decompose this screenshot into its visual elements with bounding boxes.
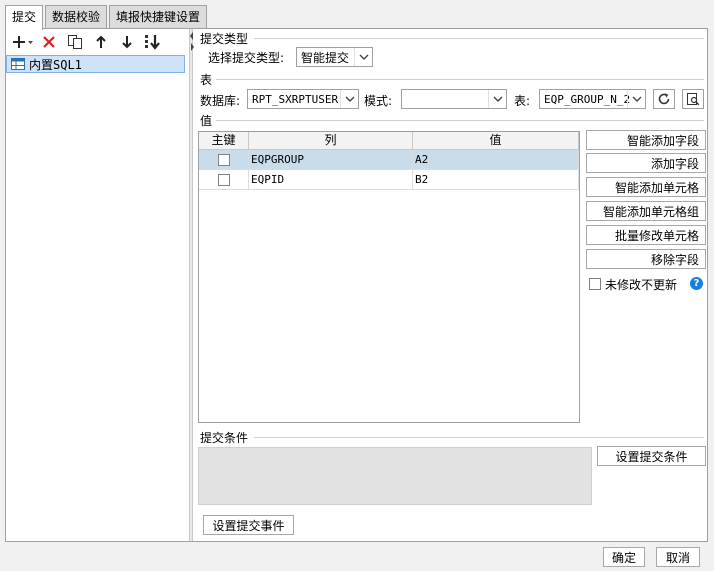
col-header-column: 列 xyxy=(249,132,413,149)
tab-bar: 提交 数据校验 填报快捷键设置 xyxy=(5,5,209,30)
primary-key-checkbox[interactable] xyxy=(217,153,230,166)
submit-type-title: 提交类型 xyxy=(200,32,249,46)
schema-select[interactable] xyxy=(401,89,507,109)
cancel-button[interactable]: 取消 xyxy=(656,547,700,567)
tab-shortcut-settings[interactable]: 填报快捷键设置 xyxy=(109,5,208,28)
value-section-title: 值 xyxy=(200,114,213,128)
divider xyxy=(254,437,704,438)
tree-item-sql[interactable]: 内置SQL1 xyxy=(6,55,185,73)
tree-item-label: 内置SQL1 xyxy=(29,57,82,72)
col-header-value: 值 xyxy=(413,132,579,149)
database-value: RPT_SXRPTUSER xyxy=(252,92,339,106)
right-panel: 提交类型 选择提交类型: 智能提交 表 数据库: RPT_SXRPTUSER 模… xyxy=(194,29,708,541)
remove-field-button[interactable]: 移除字段 xyxy=(586,249,706,269)
preview-table-button[interactable] xyxy=(682,89,704,109)
row-column[interactable]: EQPID xyxy=(249,170,413,189)
left-toolbar xyxy=(6,29,191,55)
smart-add-cell-button[interactable]: 智能添加单元格 xyxy=(586,177,706,197)
schema-label: 模式: xyxy=(364,94,393,108)
table-row[interactable]: EQPID B2 xyxy=(199,170,579,190)
table-row[interactable]: EQPGROUP A2 xyxy=(199,150,579,170)
divider xyxy=(216,79,704,80)
divider xyxy=(216,120,704,121)
chevron-down-icon xyxy=(340,90,358,108)
grid-header: 主键 列 值 xyxy=(199,132,579,150)
smart-add-cell-group-button[interactable]: 智能添加单元格组 xyxy=(586,201,706,221)
no-update-label: 未修改不更新 xyxy=(605,278,678,292)
move-up-icon[interactable] xyxy=(88,31,114,53)
batch-modify-cell-button[interactable]: 批量修改单元格 xyxy=(586,225,706,245)
sort-icon[interactable] xyxy=(140,31,166,53)
add-field-button[interactable]: 添加字段 xyxy=(586,153,706,173)
add-icon[interactable] xyxy=(10,31,36,53)
row-value[interactable]: B2 xyxy=(413,170,579,189)
no-update-checkbox[interactable] xyxy=(589,278,601,290)
submit-type-value: 智能提交 xyxy=(301,50,350,65)
main-frame: 内置SQL1 提交类型 选择提交类型: 智能提交 表 数据库: RPT_SXRP… xyxy=(5,28,708,542)
set-condition-button[interactable]: 设置提交条件 xyxy=(597,446,706,466)
table-select[interactable]: EQP_GROUP_N_2 xyxy=(539,89,646,109)
chevron-down-icon xyxy=(354,48,372,66)
condition-section-title: 提交条件 xyxy=(200,431,249,445)
database-select[interactable]: RPT_SXRPTUSER xyxy=(247,89,359,109)
refresh-icon xyxy=(658,93,670,105)
refresh-button[interactable] xyxy=(653,89,675,109)
col-header-key: 主键 xyxy=(199,132,249,149)
primary-key-checkbox[interactable] xyxy=(217,173,230,186)
help-icon[interactable]: ? xyxy=(690,277,703,290)
chevron-down-icon xyxy=(627,90,645,108)
tab-submit[interactable]: 提交 xyxy=(5,5,44,30)
splitter-handle[interactable] xyxy=(189,29,194,541)
submit-type-label: 选择提交类型: xyxy=(208,51,285,65)
table-section-title: 表 xyxy=(200,73,213,87)
smart-add-field-button[interactable]: 智能添加字段 xyxy=(586,130,706,150)
delete-icon[interactable] xyxy=(36,31,62,53)
condition-display xyxy=(198,447,592,505)
set-submit-event-button[interactable]: 设置提交事件 xyxy=(203,515,294,535)
move-down-icon[interactable] xyxy=(114,31,140,53)
submit-type-select[interactable]: 智能提交 xyxy=(296,47,373,67)
tab-data-validation[interactable]: 数据校验 xyxy=(45,5,108,28)
database-table-icon xyxy=(11,58,25,70)
sql-tree: 内置SQL1 xyxy=(6,55,185,541)
db-label: 数据库: xyxy=(200,94,241,108)
chevron-down-icon xyxy=(488,90,506,108)
table-value: EQP_GROUP_N_2 xyxy=(544,92,631,106)
row-column[interactable]: EQPGROUP xyxy=(249,150,413,169)
table-label: 表: xyxy=(514,94,531,108)
divider xyxy=(254,38,704,39)
field-grid: 主键 列 值 EQPGROUP A2 EQPID B2 xyxy=(198,131,580,423)
row-value[interactable]: A2 xyxy=(413,150,579,169)
copy-icon[interactable] xyxy=(62,31,88,53)
ok-button[interactable]: 确定 xyxy=(603,547,645,567)
search-document-icon xyxy=(687,93,700,106)
